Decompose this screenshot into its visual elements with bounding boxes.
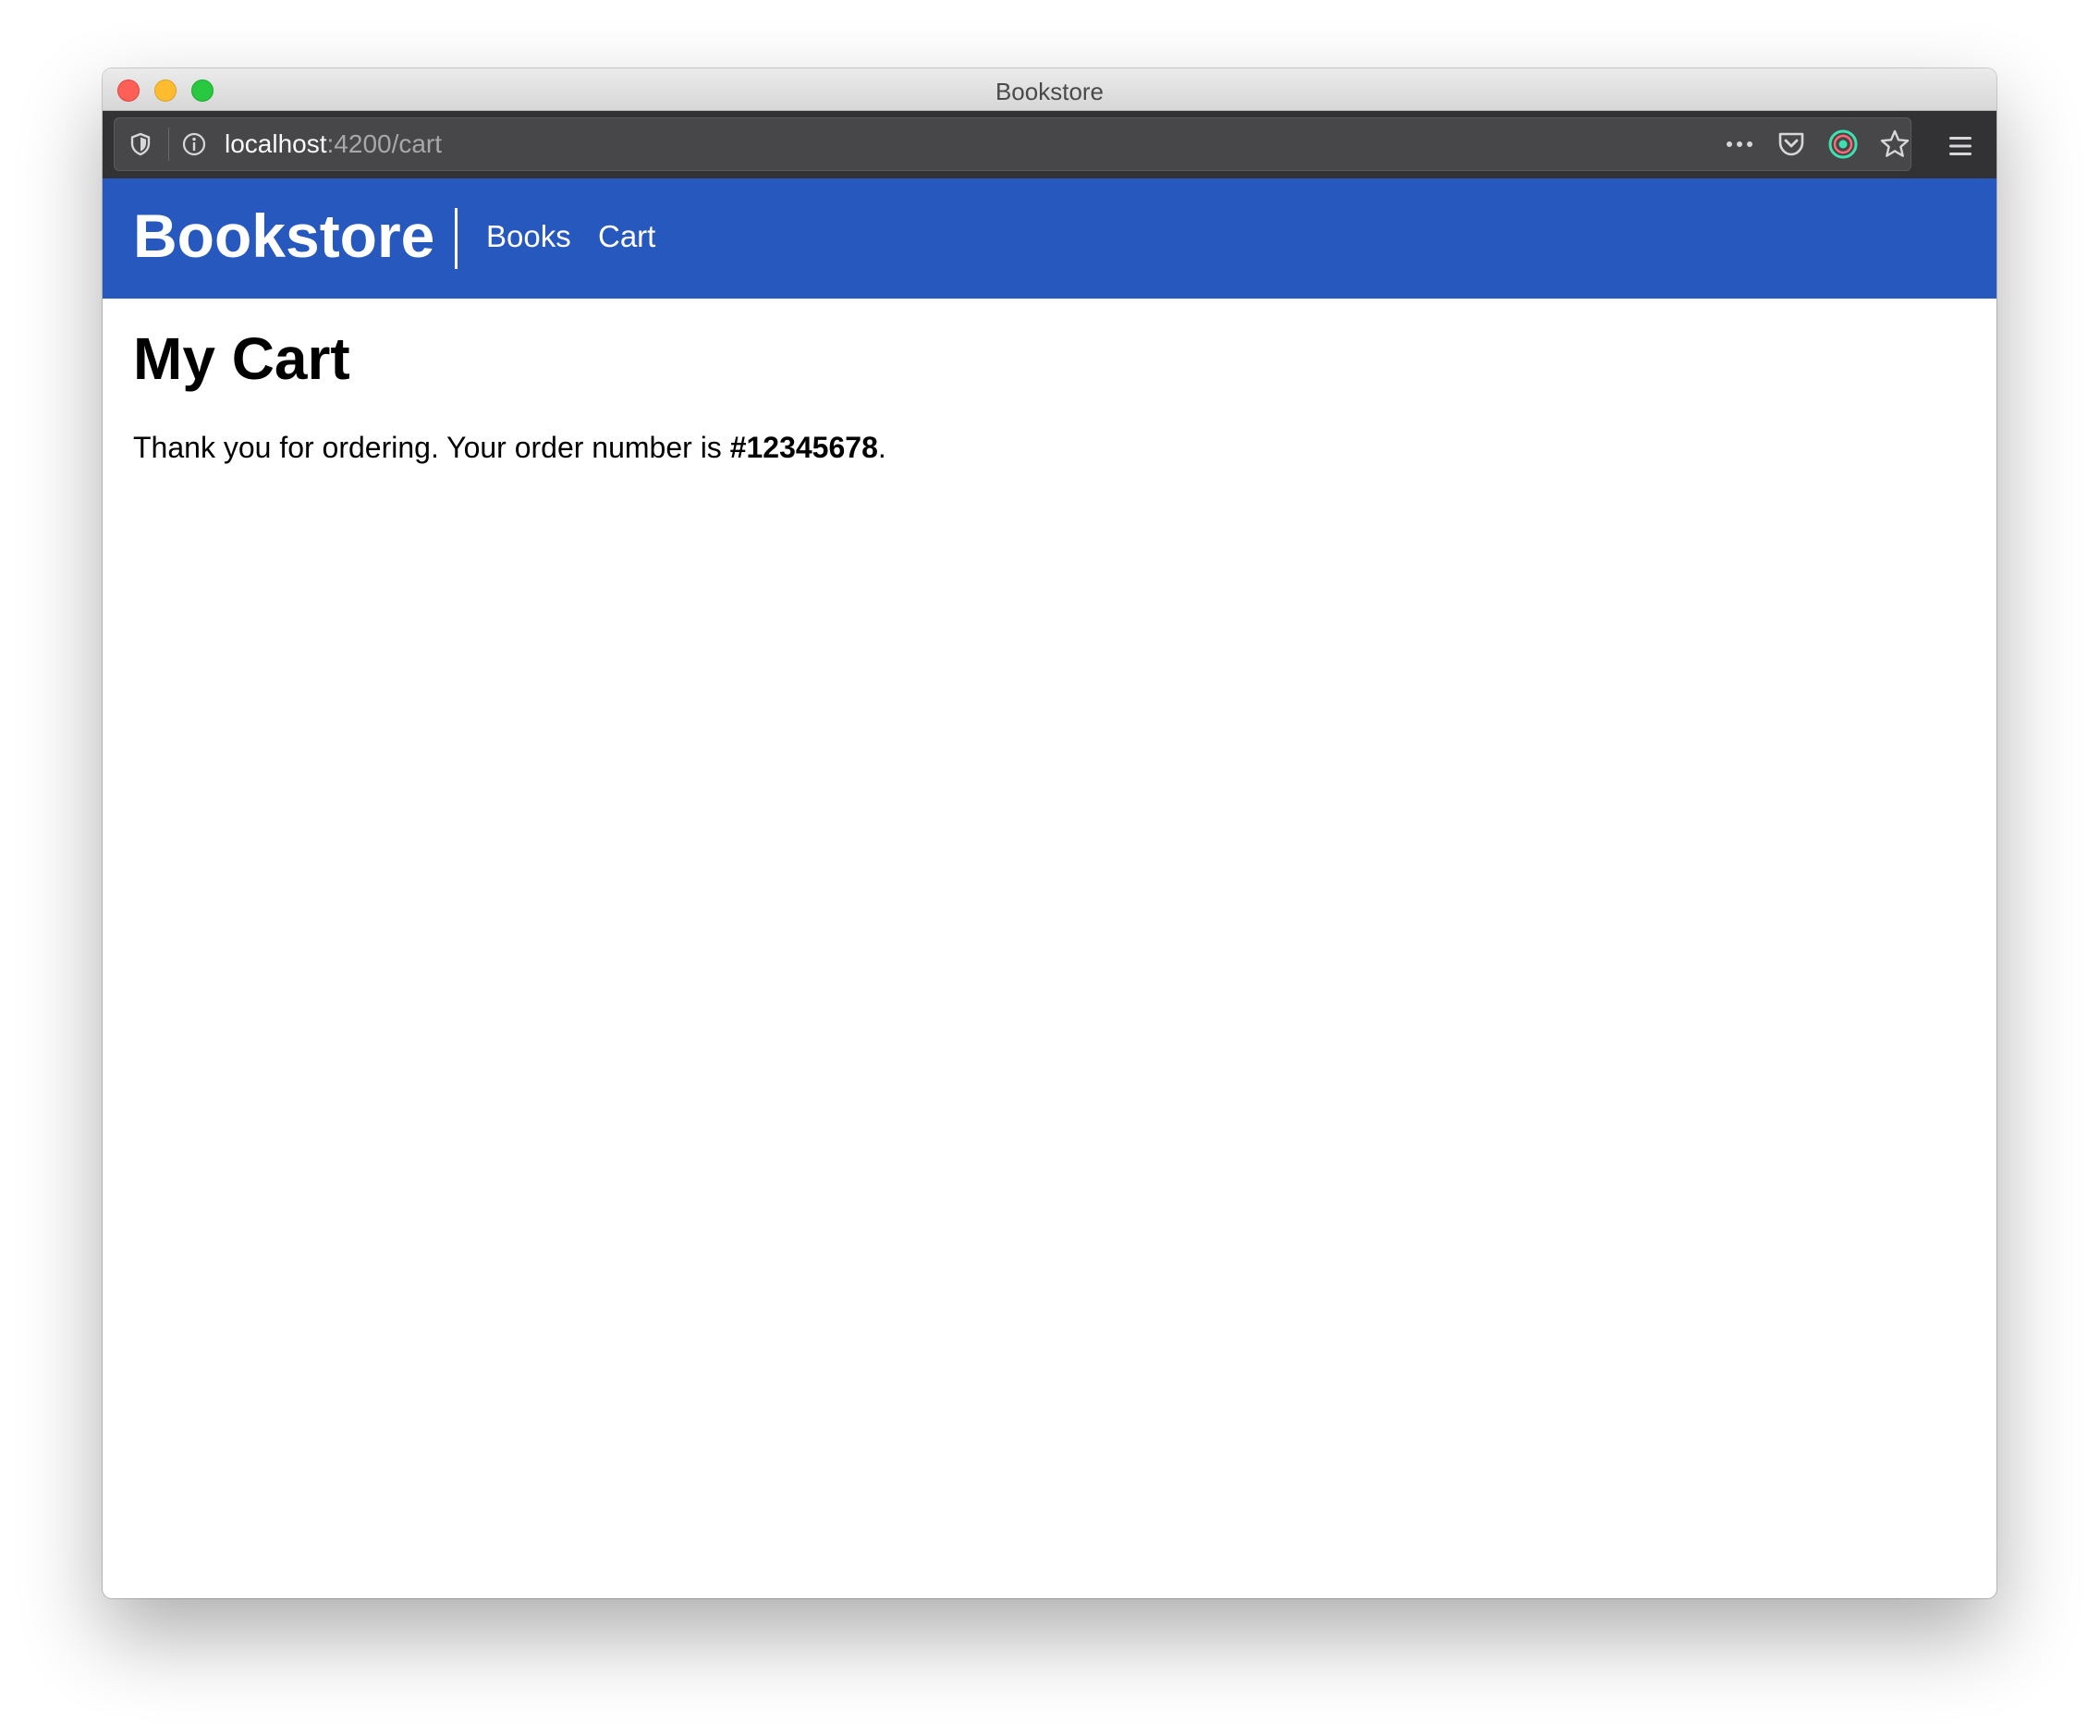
nav-divider (455, 208, 458, 269)
page-title: My Cart (133, 325, 350, 392)
url-path: :4200/cart (326, 129, 443, 158)
bookmark-star-icon[interactable] (1879, 128, 1911, 160)
shield-icon[interactable] (128, 131, 153, 157)
title-bar: Bookstore (103, 68, 1996, 111)
message-suffix: . (877, 431, 886, 464)
order-confirmation-message: Thank you for ordering. Your order numbe… (133, 431, 886, 465)
url-host: localhost (225, 129, 327, 158)
address-bar[interactable]: localhost:4200/cart (114, 117, 1911, 171)
window-title: Bookstore (995, 78, 1105, 105)
order-number: #12345678 (729, 431, 878, 464)
browser-toolbar: localhost:4200/cart (103, 111, 1996, 178)
url-text[interactable]: localhost:4200/cart (225, 129, 442, 159)
brand-logo-text[interactable]: Bookstore (133, 201, 434, 271)
app-navbar: Bookstore Books Cart (103, 178, 1996, 299)
info-icon[interactable] (181, 131, 207, 157)
pocket-icon[interactable] (1776, 128, 1807, 160)
hamburger-menu-icon[interactable] (1945, 130, 1976, 162)
extension-icon[interactable] (1827, 128, 1859, 160)
message-text: Thank you for ordering. Your order numbe… (133, 431, 730, 464)
nav-link-books[interactable]: Books (486, 219, 571, 254)
url-separator (168, 128, 169, 161)
nav-link-cart[interactable]: Cart (598, 219, 655, 254)
more-options-icon[interactable] (1724, 128, 1755, 160)
browser-window: Bookstore localhost:4200/cart Bookstore … (103, 68, 1996, 1598)
